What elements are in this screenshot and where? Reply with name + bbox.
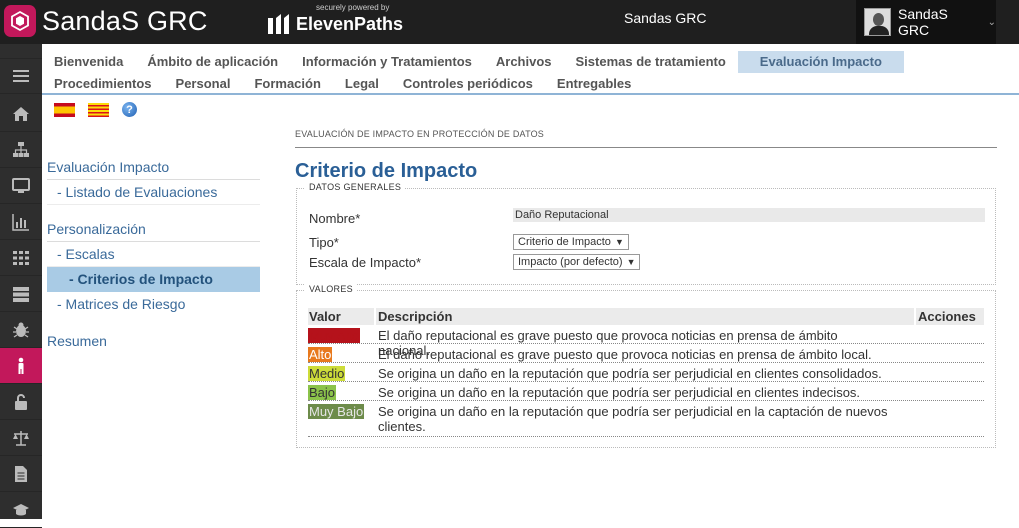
powered-by-caption: securely powered by: [316, 3, 390, 12]
valores-fieldset: VALORES Valor Descripción Acciones Muy A…: [296, 284, 996, 448]
header-descripcion: Descripción: [376, 308, 914, 325]
breadcrumb-divider: [295, 147, 997, 148]
submenu-item-matrices[interactable]: - Matrices de Riesgo: [47, 292, 260, 317]
home-icon[interactable]: [0, 96, 42, 132]
row-description: El daño reputacional es grave puesto que…: [378, 347, 872, 362]
datos-generales-legend: DATOS GENERALES: [305, 182, 406, 192]
avatar: [864, 8, 892, 36]
menu-icon[interactable]: [0, 58, 42, 94]
table-row: Bajo Se origina un daño en la reputación…: [308, 384, 984, 401]
table-row: Medio Se origina un daño en la reputació…: [308, 365, 984, 382]
bar-chart-icon[interactable]: [0, 204, 42, 240]
language-switcher: ?: [54, 102, 137, 117]
caret-down-icon: ▼: [626, 257, 636, 267]
nav-item-archivos[interactable]: Archivos: [484, 51, 564, 73]
submenu-section-resumen[interactable]: Resumen: [47, 329, 260, 354]
scale-icon[interactable]: [0, 420, 42, 456]
nav-item-ambito[interactable]: Ámbito de aplicación: [135, 51, 290, 73]
page-title: Criterio de Impacto: [295, 160, 478, 182]
nav-item-procedimientos[interactable]: Procedimientos: [42, 73, 164, 95]
catalan-flag-icon[interactable]: [88, 102, 109, 117]
valor-badge: Medio: [308, 366, 346, 381]
valor-badge: Muy Alto: [308, 328, 360, 343]
powered-by: securely powered by ElevenPaths: [266, 2, 406, 40]
submenu-item-escalas[interactable]: - Escalas: [47, 242, 260, 267]
submenu-section-evaluacion[interactable]: Evaluación Impacto: [47, 155, 260, 180]
table-row: Alto El daño reputacional es grave puest…: [308, 346, 984, 363]
sitemap-icon[interactable]: [0, 132, 42, 168]
tipo-select-value: Criterio de Impacto: [518, 236, 611, 248]
user-name: SandaS GRC: [898, 6, 948, 38]
nombre-label: Nombre*: [309, 211, 361, 226]
row-description: Se origina un daño en la reputación que …: [378, 385, 861, 400]
top-bar: SandaS GRC securely powered by ElevenPat…: [0, 0, 1019, 44]
nav-row-1: Bienvenida Ámbito de aplicación Informac…: [42, 51, 904, 73]
brand[interactable]: SandaS GRC: [2, 4, 208, 38]
valor-badge: Bajo: [308, 385, 337, 400]
row-description: Se origina un daño en la reputación que …: [378, 404, 888, 434]
spanish-flag-icon[interactable]: [54, 102, 75, 117]
breadcrumb: EVALUACIÓN DE IMPACTO EN PROTECCIÓN DE D…: [295, 129, 545, 139]
nav-item-bienvenida[interactable]: Bienvenida: [42, 51, 135, 73]
user-menu[interactable]: SandaS GRC ⌄: [856, 0, 996, 44]
header-valor: Valor: [308, 308, 374, 325]
table-row: Muy Bajo Se origina un daño en la reputa…: [308, 403, 984, 437]
header-acciones: Acciones: [916, 308, 984, 325]
desktop-icon[interactable]: [0, 168, 42, 204]
sandas-logo-icon: [4, 5, 36, 37]
nav-item-personal[interactable]: Personal: [164, 73, 243, 95]
escala-select-value: Impacto (por defecto): [518, 256, 623, 268]
valor-badge: Muy Bajo: [308, 404, 365, 419]
nav-item-formacion[interactable]: Formación: [242, 73, 332, 95]
submenu-item-criterios[interactable]: - Criterios de Impacto: [47, 267, 260, 292]
table-row: Muy Alto El daño reputacional es grave p…: [308, 327, 984, 358]
side-submenu: Evaluación Impacto - Listado de Evaluaci…: [47, 155, 260, 354]
app-title: Sandas GRC: [624, 10, 707, 26]
unlock-icon[interactable]: [0, 384, 42, 420]
nav-item-legal[interactable]: Legal: [333, 73, 391, 95]
server-icon[interactable]: [0, 276, 42, 312]
submenu-section-personalizacion[interactable]: Personalización: [47, 217, 260, 242]
help-icon[interactable]: ?: [122, 102, 137, 117]
main-nav: Bienvenida Ámbito de aplicación Informac…: [42, 51, 1019, 95]
escala-select[interactable]: Impacto (por defecto) ▼: [513, 254, 641, 270]
tipo-select[interactable]: Criterio de Impacto ▼: [513, 234, 629, 250]
document-icon[interactable]: [0, 456, 42, 492]
nav-item-controles[interactable]: Controles periódicos: [391, 73, 545, 95]
powered-by-name: ElevenPaths: [296, 14, 404, 34]
escala-label: Escala de Impacto*: [309, 255, 422, 270]
tipo-label: Tipo*: [309, 235, 339, 250]
nav-item-informacion[interactable]: Información y Tratamientos: [290, 51, 484, 73]
valores-legend: VALORES: [305, 284, 357, 294]
nav-item-evaluacion-impacto[interactable]: Evaluación Impacto: [737, 51, 904, 73]
brand-name: SandaS GRC: [42, 5, 208, 36]
icon-rail: [0, 44, 42, 528]
chevron-down-icon: ⌄: [987, 16, 996, 28]
submenu-item-listado[interactable]: - Listado de Evaluaciones: [47, 180, 260, 205]
caret-down-icon: ▼: [614, 237, 624, 247]
nav-item-entregables[interactable]: Entregables: [545, 73, 643, 95]
valor-badge: Alto: [308, 347, 333, 362]
bug-icon[interactable]: [0, 312, 42, 348]
graduation-cap-icon[interactable]: [0, 492, 42, 528]
nav-item-sistemas[interactable]: Sistemas de tratamiento: [564, 51, 738, 73]
elevenpaths-logo-icon: [268, 14, 289, 34]
nombre-field[interactable]: Daño Reputacional: [513, 208, 985, 222]
nav-row-2: Procedimientos Personal Formación Legal …: [42, 73, 643, 95]
grid-icon[interactable]: [0, 240, 42, 276]
person-icon[interactable]: [0, 348, 42, 384]
row-description: Se origina un daño en la reputación que …: [378, 366, 882, 381]
datos-generales-fieldset: DATOS GENERALES Nombre* Daño Reputaciona…: [296, 182, 996, 285]
